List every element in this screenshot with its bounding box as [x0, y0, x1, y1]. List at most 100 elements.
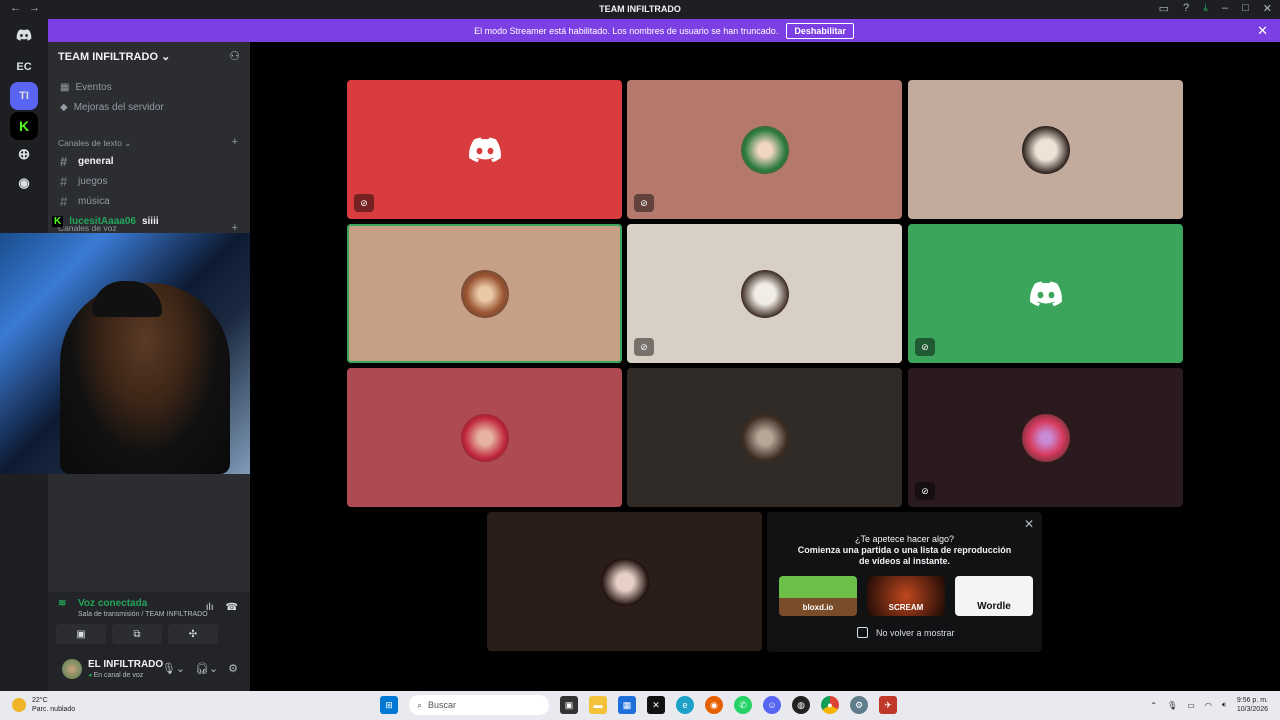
discord-home-icon[interactable] [10, 21, 38, 49]
disable-streamer-mode-button[interactable]: Deshabilitar [786, 22, 854, 39]
activities-icon: ✣ [188, 628, 198, 640]
video-tile[interactable]: ⊘ [908, 368, 1183, 507]
avatar [460, 413, 509, 462]
whatsapp-icon[interactable]: ✆ [734, 696, 752, 714]
volume-icon[interactable]: 🔉︎ [1222, 700, 1227, 710]
camera-button[interactable]: ▣ [56, 624, 106, 644]
video-tile[interactable] [347, 368, 622, 507]
clock[interactable]: 9:56 p. m. 10/3/2026 [1237, 696, 1268, 714]
windows-taskbar: 22°C Parc. nublado ⊞ ⌕ Buscar ▣ ▬ ▦ ✕ e ◉ … [0, 691, 1280, 720]
avatar[interactable] [62, 659, 82, 679]
invite-icon[interactable]: ⚇ [229, 49, 240, 63]
video-tile[interactable] [908, 80, 1183, 219]
signal-icon: ≋ [58, 598, 67, 609]
settings-taskbar-icon[interactable]: ⚙ [850, 696, 868, 714]
user-area: EL INFILTRADO ◂ En canal de voz 🎙︎⌄ 🎧︎⌄ … [48, 655, 250, 691]
video-tile[interactable]: ⊘ [908, 224, 1183, 363]
channel-musica[interactable]: # música [60, 194, 110, 209]
video-tile[interactable]: ⊘ [347, 80, 622, 219]
guild-team-infiltrado[interactable]: TI [10, 82, 38, 110]
channel-juegos[interactable]: # juegos [60, 174, 107, 189]
screen-share-button[interactable]: ⧉ [112, 624, 162, 644]
taskbar-search[interactable]: ⌕ Buscar [409, 695, 549, 715]
store-icon[interactable]: ▦ [618, 696, 636, 714]
video-tile[interactable] [487, 512, 762, 651]
channel-general[interactable]: # general [60, 154, 114, 169]
activity-card-bloxd[interactable]: bloxd.io [779, 576, 857, 616]
capcut-icon[interactable]: ✕ [647, 696, 665, 714]
mic-muted-icon: ⊘ [634, 338, 654, 356]
discord-taskbar-icon[interactable]: ☺ [763, 696, 781, 714]
mic-icon[interactable]: 🎙︎⌄ [162, 662, 185, 675]
discover-icon[interactable]: ◉ [10, 169, 38, 197]
guild-ec[interactable]: EC [10, 53, 38, 81]
disconnect-icon[interactable]: ☎ [226, 602, 238, 613]
help-icon[interactable]: ? [1183, 2, 1189, 15]
kick-icon: K [52, 216, 64, 227]
display-icon[interactable]: ▭ [1187, 701, 1195, 710]
weather-widget[interactable]: 22°C Parc. nublado [12, 696, 75, 714]
firefox-icon[interactable]: ◉ [705, 696, 723, 714]
window-title: TEAM INFILTRADO [599, 4, 681, 14]
headphones-icon[interactable]: 🎧︎⌄ [195, 662, 218, 675]
avatar [460, 269, 509, 318]
dont-show-checkbox[interactable]: No volver a mostrar [857, 627, 955, 638]
windows-start-icon[interactable]: ⊞ [380, 696, 398, 714]
events-item[interactable]: ▦ Eventos [60, 82, 112, 93]
file-explorer-icon[interactable]: ▬ [589, 696, 607, 714]
obs-icon[interactable]: ◍ [792, 696, 810, 714]
video-tile[interactable] [347, 224, 622, 363]
mic-muted-icon: ⊘ [915, 482, 935, 500]
avatar [740, 125, 789, 174]
checkbox-icon[interactable] [857, 627, 868, 638]
weather-icon [12, 698, 26, 712]
activity-card-wordle[interactable]: Wordle [955, 576, 1033, 616]
chevron-up-icon[interactable]: ⌃ [1150, 701, 1157, 710]
video-tile[interactable]: ⊘ [627, 224, 902, 363]
boosts-item[interactable]: ◆ Mejoras del servidor [60, 102, 164, 113]
avatar [740, 269, 789, 318]
mic-muted-icon: ⊘ [354, 194, 374, 212]
settings-gear-icon[interactable]: ⚙ [228, 662, 238, 675]
calendar-icon: ▦ [60, 82, 70, 93]
guild-kick[interactable]: K [10, 112, 38, 140]
mic-muted-icon: ⊘ [634, 194, 654, 212]
mic-muted-icon: ⊘ [915, 338, 935, 356]
video-tile[interactable]: ⊘ [627, 80, 902, 219]
edge-icon[interactable]: e [676, 696, 694, 714]
close-icon[interactable]: ✕ [1024, 517, 1034, 531]
video-tile[interactable] [627, 368, 902, 507]
close-icon[interactable]: ✕ [1257, 23, 1268, 39]
maximize-icon[interactable]: □ [1242, 2, 1249, 15]
boost-icon: ◆ [60, 102, 68, 113]
voice-channel-path[interactable]: Sala de transmisión / TEAM INFILTRADO [78, 611, 208, 618]
add-server-icon[interactable]: ⊕ [10, 140, 38, 168]
mic-tray-icon[interactable]: 🎙︎ [1167, 701, 1177, 710]
discord-logo-icon [1029, 281, 1062, 306]
app-icon[interactable]: ✈ [879, 696, 897, 714]
hash-icon: # [60, 194, 68, 209]
close-window-icon[interactable]: ✕ [1263, 2, 1272, 15]
minimize-icon[interactable]: – [1222, 2, 1228, 15]
streamer-mode-banner: El modo Streamer está habilitado. Los no… [48, 19, 1280, 42]
chrome-icon[interactable]: ● [821, 696, 839, 714]
activity-prompt: ✕ ¿Te apetece hacer algo? Comienza una p… [767, 512, 1042, 652]
avatar [740, 413, 789, 462]
text-category[interactable]: Canales de texto ⌄ [58, 138, 131, 149]
activity-card-scream[interactable]: SCREAM [867, 576, 945, 616]
activities-button[interactable]: ✣ [168, 624, 218, 644]
discord-logo-icon [468, 137, 501, 162]
user-name[interactable]: EL INFILTRADO [88, 659, 163, 670]
download-icon[interactable]: ⤓ [1203, 2, 1208, 15]
search-icon: ⌕ [417, 699, 423, 710]
title-bar: ←→ TEAM INFILTRADO ▭ ? ⤓ – □ ✕ [0, 0, 1280, 19]
add-text-channel-icon[interactable]: + [232, 136, 238, 148]
camera-off-icon: ▣ [76, 628, 86, 640]
hash-icon: # [60, 154, 68, 169]
task-view-icon[interactable]: ▣ [560, 696, 578, 714]
inbox-icon[interactable]: ▭ [1159, 2, 1169, 15]
server-name[interactable]: TEAM INFILTRADO ⌄ [58, 50, 170, 63]
voice-connected-status[interactable]: ≋ Voz conectada [58, 598, 147, 609]
wifi-icon[interactable]: ◠ [1205, 701, 1212, 710]
noise-suppression-icon[interactable]: ılı [206, 602, 214, 613]
